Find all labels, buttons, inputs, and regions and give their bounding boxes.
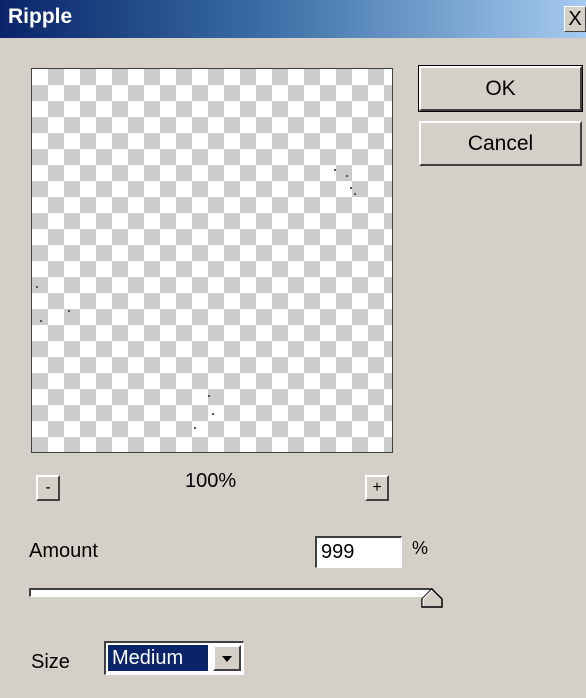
size-selected-value: Medium <box>108 645 208 671</box>
amount-label: Amount <box>29 540 98 562</box>
zoom-out-button[interactable]: - <box>36 475 60 501</box>
filter-preview[interactable] <box>31 68 393 453</box>
plus-icon: + <box>372 479 382 496</box>
minus-icon: - <box>45 479 51 496</box>
preview-speck <box>40 320 42 322</box>
zoom-in-button[interactable]: + <box>365 475 389 501</box>
size-dropdown[interactable]: Medium <box>104 641 244 675</box>
amount-unit: % <box>412 538 429 558</box>
zoom-level: 100% <box>185 470 237 492</box>
preview-speck <box>212 413 214 415</box>
amount-slider-track[interactable] <box>29 588 432 597</box>
window-title: Ripple <box>8 5 73 28</box>
size-dropdown-button[interactable] <box>213 645 241 671</box>
cancel-button[interactable]: Cancel <box>419 121 582 166</box>
ok-button[interactable]: OK <box>418 65 583 112</box>
preview-speck <box>194 427 196 429</box>
preview-speck <box>68 310 70 312</box>
preview-speck <box>36 286 38 288</box>
preview-speck <box>354 193 356 195</box>
chevron-down-icon <box>222 656 232 662</box>
title-bar: Ripple X <box>0 0 586 38</box>
preview-speck <box>346 175 348 177</box>
preview-speck <box>334 169 336 171</box>
close-icon: X <box>568 8 582 30</box>
preview-speck <box>208 395 210 397</box>
preview-speck <box>350 187 352 189</box>
amount-input[interactable]: 999 <box>315 536 402 568</box>
amount-slider-thumb[interactable] <box>421 588 443 608</box>
size-label: Size <box>31 651 70 673</box>
close-button[interactable]: X <box>564 6 586 32</box>
